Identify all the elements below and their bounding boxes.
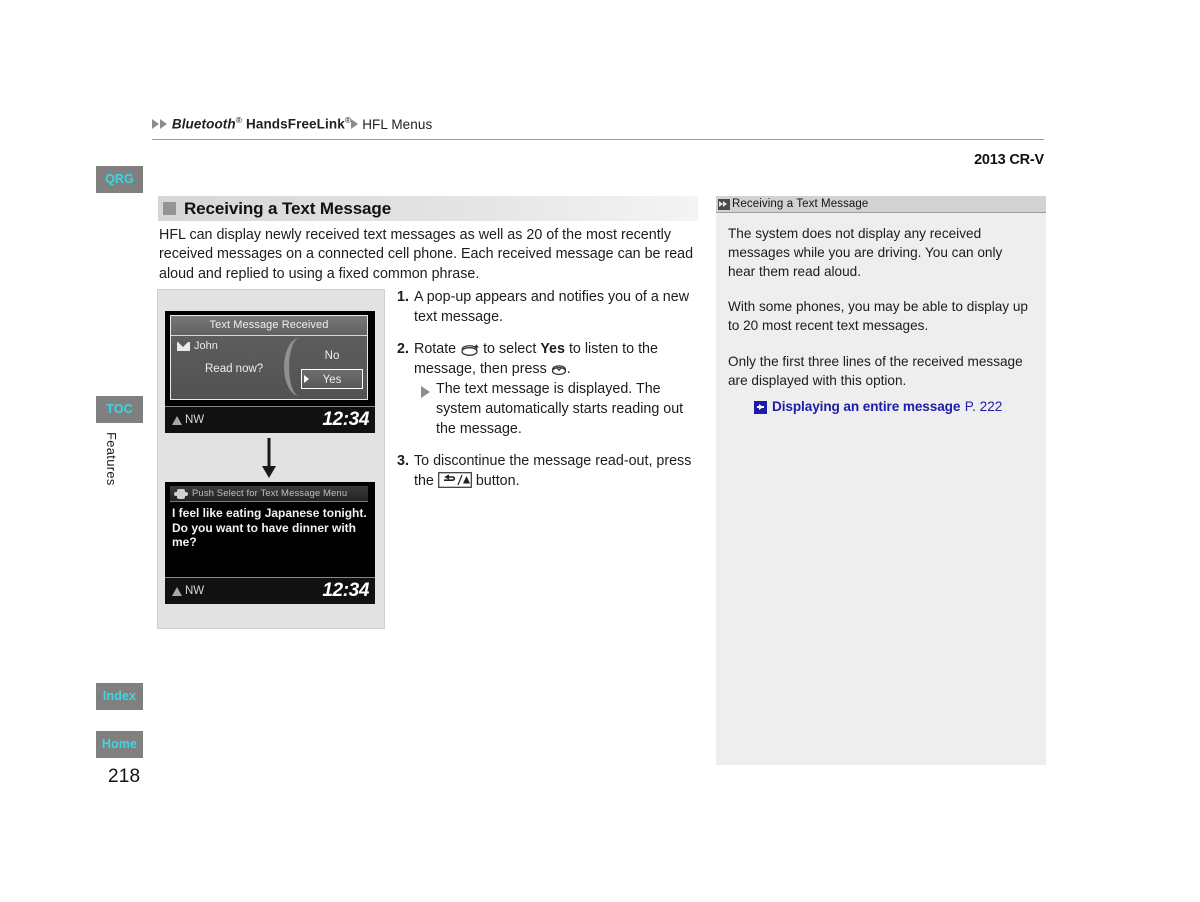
info-panel-title: Receiving a Text Message — [732, 198, 869, 210]
popup-question: Read now? — [205, 363, 264, 375]
text-message-popup: Text Message Received John Read now? No … — [170, 315, 368, 400]
nav-screen-message: Push Select for Text Message Menu I feel… — [165, 482, 375, 604]
info-panel-header: Receiving a Text Message — [716, 196, 1046, 213]
breadcrumb-item-hfl-menus[interactable]: HFL Menus — [362, 117, 432, 132]
intro-paragraph: HFL can display newly received text mess… — [159, 227, 694, 282]
message-screen-body: I feel like eating Japanese tonight. Do … — [172, 506, 367, 549]
step-text: Rotate to select Yes to listen to the me… — [414, 340, 699, 439]
dpad-select-icon — [174, 488, 188, 499]
step-text-part: . — [566, 360, 571, 377]
step-emphasis-yes: Yes — [540, 341, 565, 358]
info-paragraph: With some phones, you may be able to dis… — [728, 299, 1028, 334]
envelope-icon — [177, 341, 190, 351]
info-panel-body: The system does not display any received… — [716, 213, 1046, 416]
breadcrumb-item-bluetooth[interactable]: Bluetooth — [172, 117, 236, 132]
cross-reference-page[interactable]: P. 222 — [965, 399, 1003, 414]
step-text: A pop-up appears and notifies you of a n… — [414, 289, 690, 325]
step-3: 3. To discontinue the message read-out, … — [397, 452, 699, 491]
compass-direction: NW — [185, 414, 205, 426]
page-title: Receiving a Text Message — [158, 196, 698, 221]
double-chevron-icon — [718, 198, 730, 210]
step-text-part: Rotate — [414, 341, 461, 358]
popup-title: Text Message Received — [171, 316, 367, 336]
instruction-steps: 1. A pop-up appears and notifies you of … — [397, 288, 699, 504]
step-number: 1. — [397, 289, 409, 305]
registered-mark: ® — [235, 115, 243, 125]
nav-screen-popup: Text Message Received John Read now? No … — [165, 311, 375, 433]
cross-reference-link[interactable]: Displaying an entire message P. 222 — [728, 398, 1032, 416]
rotate-knob-icon — [461, 344, 480, 356]
compass-direction: NW — [185, 585, 205, 597]
model-year-label: 2013 CR-V — [974, 152, 1044, 168]
popup-sender-name: John — [194, 340, 218, 352]
popup-yes-button[interactable]: Yes — [301, 369, 363, 389]
press-knob-icon — [551, 364, 566, 375]
breadcrumb-triangle-icon — [152, 118, 159, 129]
breadcrumb: Bluetooth® HandsFreeLink® HFL Menus — [152, 115, 432, 132]
step-2-substep: The text message is displayed. The syste… — [414, 380, 699, 439]
compass-indicator: NW — [172, 414, 204, 426]
down-arrow-icon — [262, 438, 276, 478]
sidebar-item-home[interactable]: Home — [96, 731, 143, 758]
sidebar-item-index[interactable]: Index — [96, 683, 143, 710]
page-title-text: Receiving a Text Message — [184, 198, 392, 218]
popup-no-button[interactable]: No — [301, 350, 363, 362]
compass-indicator: NW — [172, 585, 204, 597]
sidebar-section-label: Features — [104, 432, 119, 486]
step-text-part: button. — [471, 472, 520, 489]
square-bullet-icon — [163, 202, 176, 215]
message-screen-header-text: Push Select for Text Message Menu — [192, 488, 348, 499]
page-number: 218 — [108, 766, 141, 787]
jump-arrow-icon — [754, 400, 767, 414]
breadcrumb-triangle-icon — [351, 118, 359, 129]
compass-arrow-icon — [172, 415, 182, 425]
back-button-icon — [437, 472, 472, 488]
clock-display: 12:34 — [322, 580, 369, 601]
step-number: 2. — [397, 341, 409, 358]
info-paragraph: Only the first three lines of the receiv… — [728, 353, 1023, 388]
popup-body: John Read now? No Yes — [171, 336, 367, 399]
info-panel: Receiving a Text Message The system does… — [716, 196, 1046, 765]
clock-display: 12:34 — [322, 409, 369, 430]
step-text: To discontinue the message read-out, pre… — [414, 452, 699, 491]
step-1: 1. A pop-up appears and notifies you of … — [397, 288, 699, 327]
step-number: 3. — [397, 453, 409, 470]
message-screen-header: Push Select for Text Message Menu — [170, 486, 368, 502]
popup-sender: John — [177, 340, 218, 352]
figure-panel: Text Message Received John Read now? No … — [157, 289, 385, 629]
sidebar-item-qrg[interactable]: QRG — [96, 166, 143, 193]
substep-text: The text message is displayed. The syste… — [436, 381, 684, 437]
breadcrumb-item-handsfreelink[interactable]: HandsFreeLink — [246, 117, 345, 132]
step-text-part: to select — [479, 341, 541, 358]
nav-status-bar: NW 12:34 — [165, 406, 375, 433]
info-paragraph: The system does not display any received… — [728, 226, 1003, 279]
header-divider — [152, 139, 1044, 140]
cross-reference-label[interactable]: Displaying an entire message — [772, 399, 960, 414]
nav-status-bar: NW 12:34 — [165, 577, 375, 604]
sidebar-item-toc[interactable]: TOC — [96, 396, 143, 423]
breadcrumb-triangle-icon — [160, 118, 167, 129]
step-2: 2. Rotate to select Yes to listen to the… — [397, 340, 699, 439]
compass-arrow-icon — [172, 586, 182, 596]
substep-triangle-icon — [421, 386, 430, 399]
